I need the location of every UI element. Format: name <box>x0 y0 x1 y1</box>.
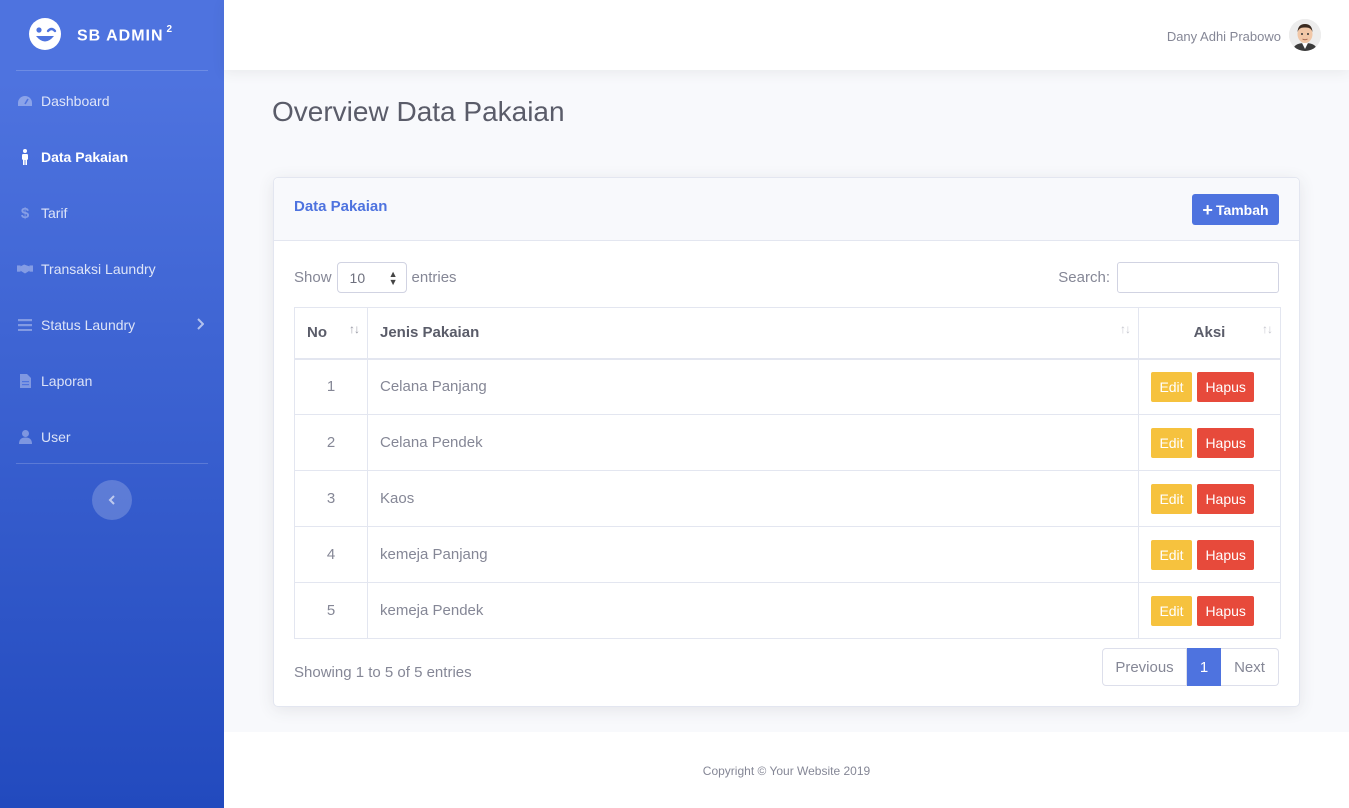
plus-icon: + <box>1202 199 1213 220</box>
cell-aksi: Edit Hapus <box>1138 470 1281 527</box>
delete-button[interactable]: Hapus <box>1197 427 1255 458</box>
edit-button[interactable]: Edit <box>1151 371 1192 402</box>
cell-jenis: Celana Pendek <box>367 414 1139 471</box>
delete-button[interactable]: Hapus <box>1197 595 1255 626</box>
dollar-icon: $ <box>20 204 30 222</box>
copyright-text: Copyright © Your Website 2019 <box>702 764 871 778</box>
table-row: 1 Celana Panjang Edit Hapus <box>294 358 1281 415</box>
column-header-no[interactable]: No ↑↓ <box>294 307 368 360</box>
sidebar-item-status-laundry[interactable]: Status Laundry <box>0 297 224 353</box>
card-header: Data Pakaian + Tambah <box>274 178 1299 241</box>
cell-no: 1 <box>294 358 368 415</box>
cell-jenis: Celana Panjang <box>367 358 1139 415</box>
edit-button[interactable]: Edit <box>1151 595 1192 626</box>
sort-icon: ↑↓ <box>1120 322 1131 336</box>
cell-aksi: Edit Hapus <box>1138 526 1281 583</box>
pagination-page-1[interactable]: 1 <box>1187 648 1221 686</box>
delete-button[interactable]: Hapus <box>1197 371 1255 402</box>
table-row: 3 Kaos Edit Hapus <box>294 470 1281 527</box>
bars-icon <box>17 317 33 333</box>
add-button-label: Tambah <box>1215 201 1269 218</box>
cell-aksi: Edit Hapus <box>1138 414 1281 471</box>
sidebar-item-dashboard[interactable]: Dashboard <box>0 73 224 129</box>
sidebar-brand[interactable]: SB ADMIN 2 <box>0 0 224 70</box>
sidebar-item-label: User <box>41 429 71 445</box>
cell-no: 3 <box>294 470 368 527</box>
sidebar-item-label: Laporan <box>41 373 93 389</box>
search-filter: Search: <box>1058 262 1279 293</box>
chevron-right-icon <box>196 317 205 335</box>
edit-button[interactable]: Edit <box>1151 427 1192 458</box>
cell-no: 5 <box>294 582 368 639</box>
show-label: Show <box>294 269 332 286</box>
sidebar-item-tarif[interactable]: $ Tarif <box>0 185 224 241</box>
user-icon <box>17 429 33 445</box>
column-header-aksi[interactable]: Aksi ↑↓ <box>1138 307 1281 360</box>
table-header-row: No ↑↓ Jenis Pakaian ↑↓ Aksi ↑↓ <box>294 307 1281 360</box>
footer: Copyright © Your Website 2019 <box>224 732 1349 808</box>
cell-aksi: Edit Hapus <box>1138 358 1281 415</box>
sidebar: SB ADMIN 2 Dashboard Data Pakaian $ Tarif… <box>0 0 224 808</box>
data-card: Data Pakaian + Tambah Show 10 ▲ ▼ entries… <box>273 177 1300 707</box>
pagination: Previous 1 Next <box>1102 648 1279 686</box>
entries-select[interactable]: 10 ▲ ▼ <box>336 262 407 293</box>
sidebar-item-label: Tarif <box>41 205 68 221</box>
edit-button[interactable]: Edit <box>1151 483 1192 514</box>
sidebar-item-label: Transaksi Laundry <box>41 261 156 277</box>
data-table: No ↑↓ Jenis Pakaian ↑↓ Aksi ↑↓ 1 Celana … <box>294 307 1281 639</box>
cell-no: 4 <box>294 526 368 583</box>
user-avatar[interactable] <box>1289 19 1321 51</box>
entries-label: entries <box>411 269 457 286</box>
search-label: Search: <box>1058 269 1110 286</box>
sort-icon: ↑↓ <box>349 322 360 336</box>
user-name[interactable]: Dany Adhi Prabowo <box>1167 29 1281 44</box>
pagination-previous[interactable]: Previous <box>1102 648 1187 686</box>
chevron-left-icon <box>108 495 115 505</box>
sidebar-item-label: Data Pakaian <box>41 149 129 165</box>
sidebar-item-transaksi-laundry[interactable]: Transaksi Laundry <box>0 241 224 297</box>
sidebar-item-laporan[interactable]: Laporan <box>0 353 224 409</box>
sidebar-divider <box>16 463 208 464</box>
card-title: Data Pakaian <box>294 198 388 215</box>
cell-aksi: Edit Hapus <box>1138 582 1281 639</box>
delete-button[interactable]: Hapus <box>1197 483 1255 514</box>
sidebar-item-data-pakaian[interactable]: Data Pakaian <box>0 129 224 185</box>
sidebar-toggle-button[interactable] <box>92 480 132 520</box>
laugh-wink-icon <box>29 18 61 50</box>
topbar: Dany Adhi Prabowo <box>224 0 1349 70</box>
tachometer-icon <box>17 93 33 109</box>
delete-button[interactable]: Hapus <box>1197 539 1255 570</box>
pagination-next[interactable]: Next <box>1221 648 1279 686</box>
edit-button[interactable]: Edit <box>1151 539 1192 570</box>
page-title: Overview Data Pakaian <box>272 96 565 127</box>
entries-length: Show 10 ▲ ▼ entries <box>294 262 457 293</box>
sort-caret-icon: ▲ ▼ <box>388 269 398 287</box>
cell-no: 2 <box>294 414 368 471</box>
table-row: 5 kemeja Pendek Edit Hapus <box>294 582 1281 639</box>
search-input[interactable] <box>1117 262 1279 293</box>
handshake-icon <box>17 261 33 277</box>
file-icon <box>17 373 33 389</box>
brand-name: SB ADMIN 2 <box>77 24 174 45</box>
cell-jenis: Kaos <box>367 470 1139 527</box>
add-button[interactable]: + Tambah <box>1192 194 1279 225</box>
sidebar-divider <box>16 70 208 71</box>
column-header-jenis-pakaian[interactable]: Jenis Pakaian ↑↓ <box>367 307 1139 360</box>
sidebar-item-user[interactable]: User <box>0 409 224 465</box>
cell-jenis: kemeja Panjang <box>367 526 1139 583</box>
table-info: Showing 1 to 5 of 5 entries <box>294 664 472 681</box>
entries-select-value: 10 <box>349 269 366 286</box>
sidebar-item-label: Status Laundry <box>41 317 136 333</box>
sort-icon: ↑↓ <box>1262 322 1273 336</box>
table-row: 2 Celana Pendek Edit Hapus <box>294 414 1281 471</box>
cell-jenis: kemeja Pendek <box>367 582 1139 639</box>
male-icon <box>17 149 33 165</box>
table-row: 4 kemeja Panjang Edit Hapus <box>294 526 1281 583</box>
sidebar-item-label: Dashboard <box>41 93 110 109</box>
